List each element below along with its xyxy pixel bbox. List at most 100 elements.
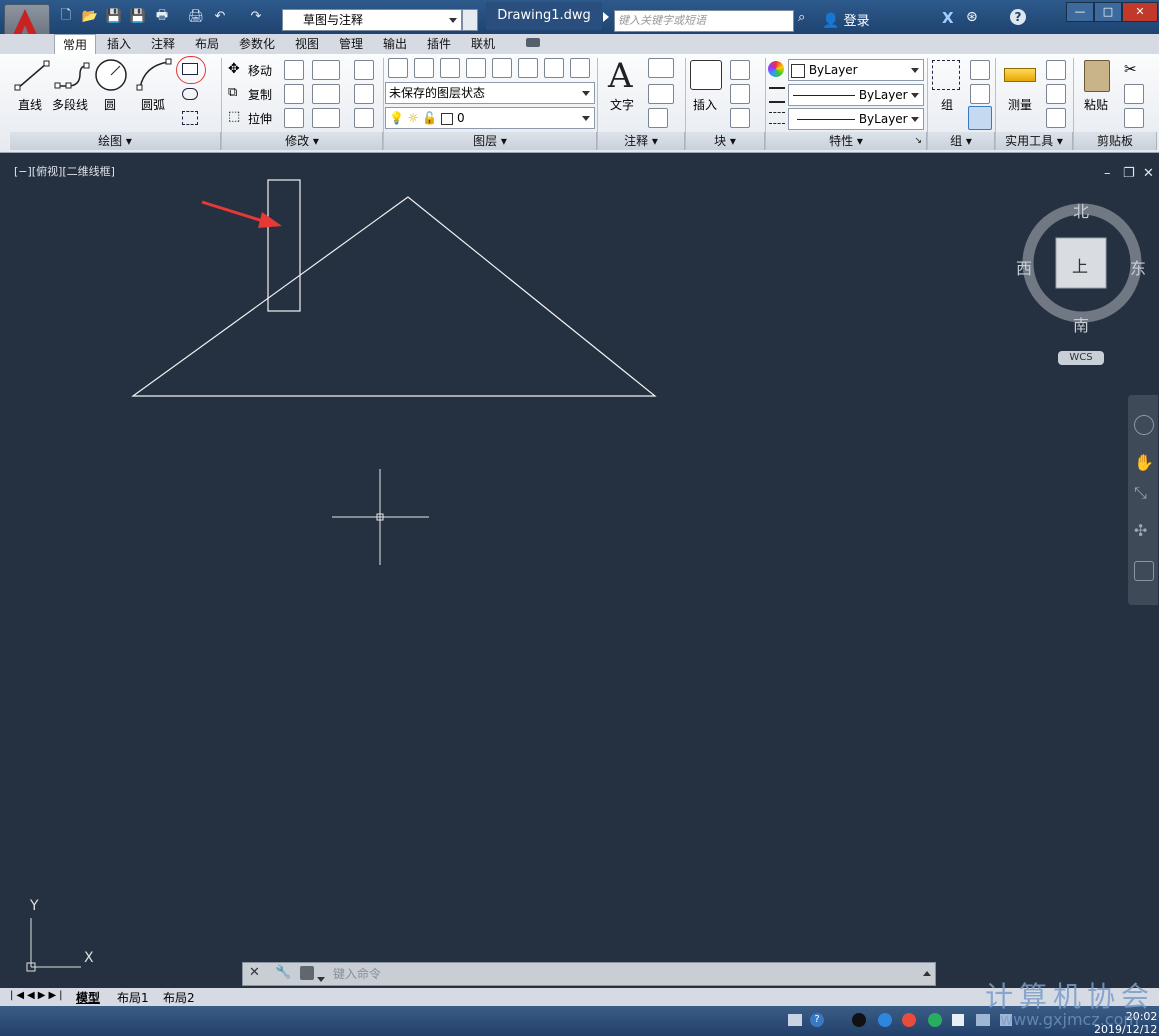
security-icon[interactable] bbox=[902, 1013, 916, 1027]
open-file-icon[interactable]: 📂 bbox=[82, 9, 98, 24]
layer-tool-icon[interactable] bbox=[414, 58, 434, 78]
network-icon[interactable] bbox=[976, 1014, 990, 1026]
zoom-extents-icon[interactable]: ⤡ bbox=[1134, 483, 1152, 502]
triangle-shape[interactable] bbox=[131, 196, 657, 397]
leader-icon[interactable] bbox=[648, 84, 674, 104]
chevron-down-icon[interactable] bbox=[317, 971, 325, 985]
close-command-icon[interactable]: ✕ bbox=[249, 965, 260, 980]
flag-icon[interactable] bbox=[952, 1014, 964, 1026]
browser-icon[interactable] bbox=[878, 1013, 892, 1027]
move-icon[interactable]: ✥ bbox=[228, 61, 240, 77]
ungroup-icon[interactable] bbox=[970, 60, 990, 80]
properties-panel-title[interactable]: 特性 ▾ ↘ bbox=[766, 132, 927, 150]
array-icon[interactable] bbox=[312, 108, 340, 128]
color-wheel-icon[interactable] bbox=[768, 61, 784, 77]
wcs-menu[interactable]: WCS bbox=[1058, 351, 1104, 365]
tab-annotate[interactable]: 注释 bbox=[144, 34, 182, 54]
close-button[interactable]: ✕ bbox=[1122, 2, 1158, 22]
layer-tool-icon[interactable] bbox=[570, 58, 590, 78]
circle-tool-icon[interactable] bbox=[94, 58, 128, 92]
offset-icon[interactable] bbox=[354, 108, 374, 128]
plot-preview-icon[interactable]: 🖶 bbox=[154, 8, 170, 24]
annotation-panel-title[interactable]: 注释 ▾ bbox=[598, 132, 685, 150]
viewcube-top-face[interactable]: 上 bbox=[1072, 253, 1088, 277]
pan-hand-icon[interactable]: ✋ bbox=[1134, 453, 1154, 472]
qq-icon[interactable] bbox=[852, 1013, 866, 1027]
group-icon[interactable] bbox=[932, 60, 960, 90]
compass-west[interactable]: 西 bbox=[1016, 255, 1032, 279]
viewport-close-icon[interactable]: ✕ bbox=[1143, 166, 1154, 181]
modify-panel-title[interactable]: 修改 ▾ bbox=[222, 132, 383, 150]
trim-icon[interactable] bbox=[312, 60, 340, 80]
calculator-icon[interactable] bbox=[1046, 108, 1066, 128]
command-history-icon[interactable] bbox=[923, 971, 931, 976]
tab-layout1[interactable]: 布局1 bbox=[117, 989, 149, 1006]
tab-manage[interactable]: 管理 bbox=[332, 34, 370, 54]
help-tray-icon[interactable]: ? bbox=[810, 1013, 824, 1027]
quick-select-icon[interactable] bbox=[1046, 60, 1066, 80]
compass-north[interactable]: 北 bbox=[1073, 198, 1089, 222]
text-tool-icon[interactable]: A bbox=[608, 56, 633, 96]
compass-south[interactable]: 南 bbox=[1073, 312, 1089, 336]
stretch-label[interactable]: 拉伸 bbox=[248, 110, 272, 127]
color-dropdown[interactable]: ByLayer bbox=[788, 59, 924, 81]
insert-block-icon[interactable] bbox=[690, 60, 722, 90]
lineweight-dropdown[interactable]: ByLayer bbox=[788, 84, 924, 106]
login-button[interactable]: 👤 登录 bbox=[822, 10, 870, 29]
block-panel-title[interactable]: 块 ▾ bbox=[686, 132, 765, 150]
point-style-icon[interactable] bbox=[1046, 84, 1066, 104]
save-as-icon[interactable]: 💾 bbox=[130, 9, 146, 24]
cut-icon[interactable]: ✂ bbox=[1124, 60, 1137, 78]
steering-wheel-icon[interactable] bbox=[1134, 415, 1154, 435]
rotate-icon[interactable] bbox=[284, 60, 304, 80]
match-properties-icon[interactable] bbox=[1124, 108, 1144, 128]
keyboard-icon[interactable] bbox=[788, 1014, 802, 1026]
layer-dropdown[interactable]: 💡 ☼ 🔓 0 bbox=[385, 107, 595, 129]
redo-icon[interactable]: ↷ bbox=[248, 9, 264, 24]
scale-icon[interactable] bbox=[284, 108, 304, 128]
tab-layout2[interactable]: 布局2 bbox=[163, 989, 195, 1006]
maximize-button[interactable]: □ bbox=[1094, 2, 1122, 22]
fillet-icon[interactable] bbox=[312, 84, 340, 104]
layer-state-dropdown[interactable]: 未保存的图层状态 bbox=[385, 82, 595, 104]
erase-icon[interactable] bbox=[354, 60, 374, 80]
update-icon[interactable] bbox=[928, 1013, 942, 1027]
layer-tool-icon[interactable] bbox=[466, 58, 486, 78]
search-expand-icon[interactable] bbox=[603, 12, 609, 22]
orbit-icon[interactable]: ✣ bbox=[1134, 521, 1152, 540]
edit-block-icon[interactable] bbox=[730, 84, 750, 104]
rectangle-tool-icon[interactable] bbox=[182, 63, 198, 75]
clipboard-panel-title[interactable]: 剪贴板 bbox=[1074, 132, 1157, 150]
line-tool-icon[interactable] bbox=[14, 58, 50, 94]
group-panel-title[interactable]: 组 ▾ bbox=[928, 132, 995, 150]
arc-tool-icon[interactable] bbox=[136, 58, 172, 94]
draw-panel-title[interactable]: 绘图 ▾ bbox=[10, 132, 221, 150]
compass-east[interactable]: 东 bbox=[1130, 255, 1146, 279]
linetype-dropdown[interactable]: ByLayer bbox=[788, 108, 924, 130]
binoculars-icon[interactable]: ⌕ bbox=[798, 10, 805, 25]
tab-view[interactable]: 视图 bbox=[288, 34, 326, 54]
undo-icon[interactable]: ↶ bbox=[212, 9, 228, 24]
tab-output[interactable]: 输出 bbox=[376, 34, 414, 54]
table-icon[interactable] bbox=[648, 108, 668, 128]
tab-nav-arrows[interactable]: |◀◀▶▶| bbox=[10, 990, 66, 1001]
polyline-tool-icon[interactable] bbox=[54, 58, 90, 94]
command-input[interactable]: 键入命令 bbox=[333, 963, 381, 985]
minimize-button[interactable]: — bbox=[1066, 2, 1094, 22]
viewport-minimize-icon[interactable]: – bbox=[1104, 166, 1111, 181]
customize-wrench-icon[interactable]: 🔧 bbox=[275, 965, 291, 980]
tab-plugins[interactable]: 插件 bbox=[420, 34, 458, 54]
create-block-icon[interactable] bbox=[730, 60, 750, 80]
dialog-launcher-icon[interactable]: ↘ bbox=[914, 132, 922, 150]
layer-tool-icon[interactable] bbox=[440, 58, 460, 78]
workspace-selector[interactable]: 草图与注释 bbox=[282, 9, 462, 31]
layer-tool-icon[interactable] bbox=[492, 58, 512, 78]
copy-clip-icon[interactable] bbox=[1124, 84, 1144, 104]
layers-panel-title[interactable]: 图层 ▾ bbox=[384, 132, 597, 150]
help-icon[interactable]: ? bbox=[1010, 9, 1026, 25]
measure-icon[interactable] bbox=[1004, 68, 1036, 82]
tab-online[interactable]: 联机 bbox=[464, 34, 502, 54]
explode-icon[interactable] bbox=[354, 84, 374, 104]
layer-tool-icon[interactable] bbox=[518, 58, 538, 78]
exchange-icon[interactable]: X bbox=[942, 9, 954, 27]
